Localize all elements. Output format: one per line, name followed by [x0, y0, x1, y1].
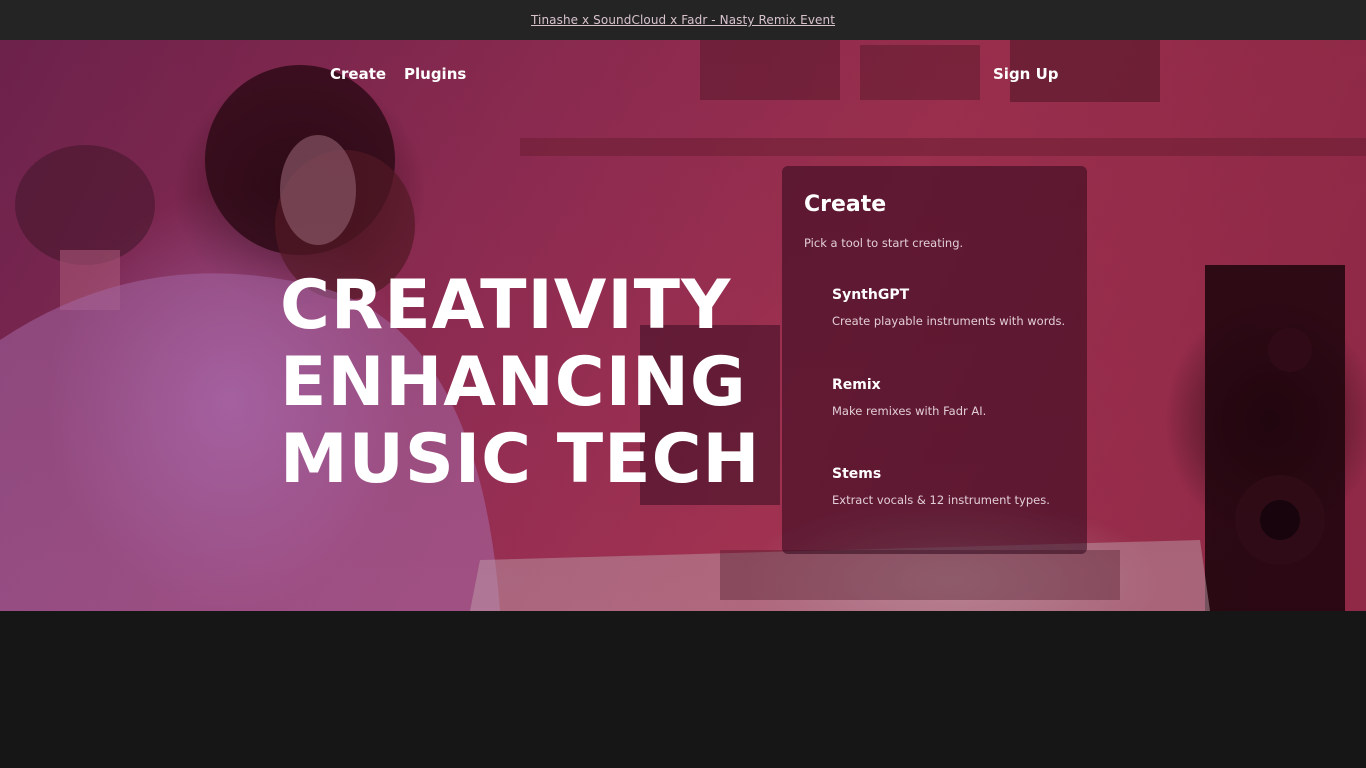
remix-icon: [800, 381, 801, 382]
headline-line-1: CREATIVITY: [280, 266, 732, 345]
headline-line-3: MUSIC TECH: [280, 420, 761, 499]
hero-section: Create Plugins Sign Up CREATIVITY ENHANC…: [0, 40, 1366, 611]
create-panel-title: Create: [804, 192, 887, 217]
hero-headline: CREATIVITY ENHANCING MUSIC TECH: [280, 266, 761, 499]
tool-synthgpt[interactable]: SynthGPT Create playable instruments wit…: [810, 287, 1070, 347]
page-body-empty: [0, 611, 1366, 768]
announcement-bar: Tinashe x SoundCloud x Fadr - Nasty Remi…: [0, 0, 1366, 40]
nav-create-link[interactable]: Create: [330, 65, 386, 83]
create-panel-subtitle: Pick a tool to start creating.: [804, 236, 964, 250]
tool-name: Stems: [832, 466, 882, 482]
tool-description: Extract vocals & 12 instrument types.: [832, 493, 1050, 507]
top-nav: Create Plugins Sign Up: [0, 40, 1366, 110]
tool-remix[interactable]: Remix Make remixes with Fadr AI.: [810, 377, 1070, 437]
headline-line-2: ENHANCING: [280, 343, 747, 422]
create-panel: Create Pick a tool to start creating. Sy…: [782, 166, 1087, 554]
stems-icon: [800, 470, 801, 471]
tool-name: Remix: [832, 377, 881, 393]
synthgpt-icon: [800, 291, 801, 292]
tool-name: SynthGPT: [832, 287, 910, 303]
tool-description: Make remixes with Fadr AI.: [832, 404, 987, 418]
nav-plugins-link[interactable]: Plugins: [404, 65, 466, 83]
announcement-link[interactable]: Tinashe x SoundCloud x Fadr - Nasty Remi…: [531, 13, 835, 27]
sign-up-button[interactable]: Sign Up: [993, 65, 1059, 83]
tool-stems[interactable]: Stems Extract vocals & 12 instrument typ…: [810, 466, 1070, 526]
tool-description: Create playable instruments with words.: [832, 314, 1066, 328]
